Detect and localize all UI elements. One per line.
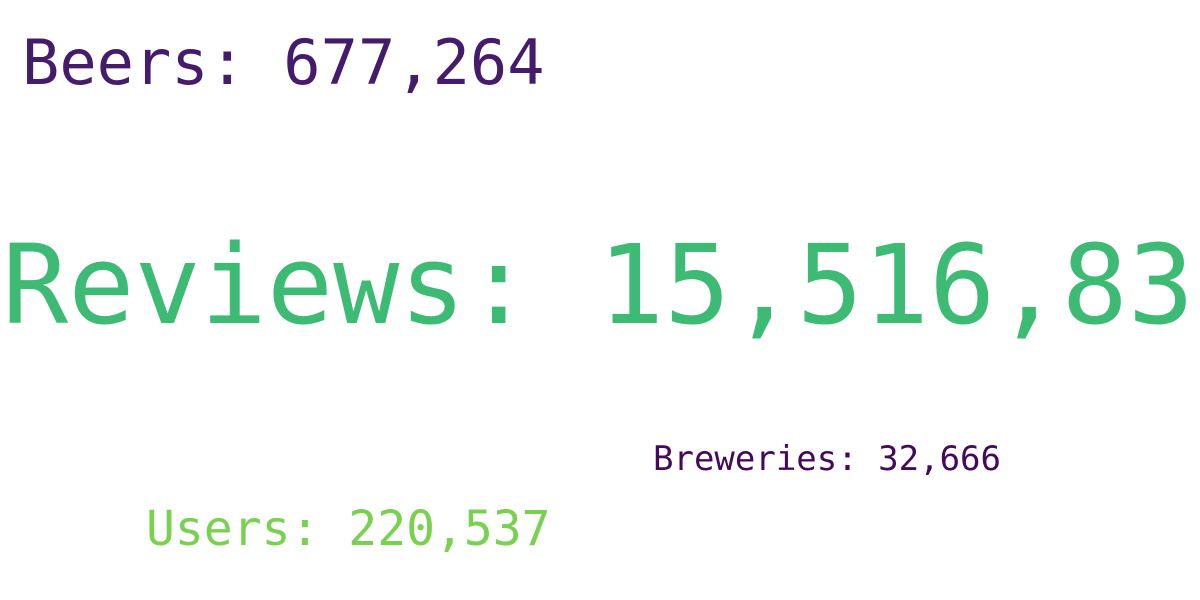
word-beers: Beers: 677,264	[22, 26, 545, 99]
word-cloud: Beers: 677,264 Reviews: 15,516,838 Brewe…	[0, 0, 1200, 600]
word-reviews: Reviews: 15,516,838	[2, 221, 1200, 349]
word-users: Users: 220,537	[146, 501, 551, 557]
word-breweries: Breweries: 32,666	[653, 439, 1001, 479]
